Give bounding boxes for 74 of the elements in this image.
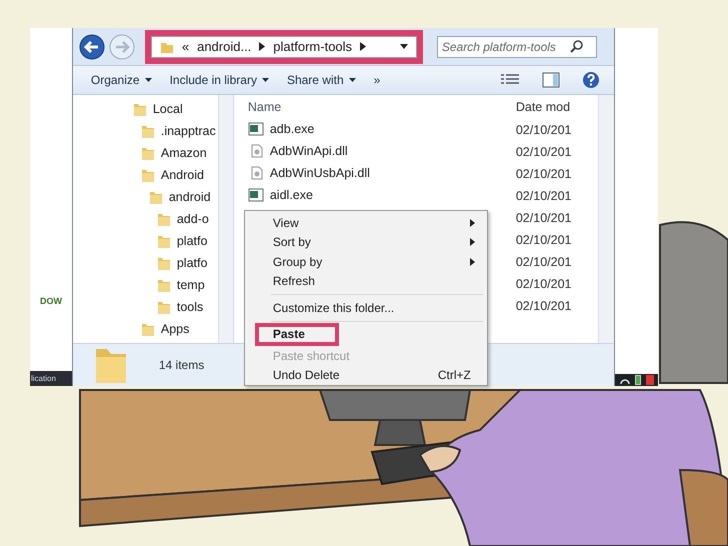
folder-icon [156,300,171,314]
tree-item[interactable]: Apps [72,318,218,340]
exe-file-icon [248,122,264,136]
date-cell: 02/10/201 [516,299,572,313]
submenu-arrow-icon [470,258,475,266]
folder-icon [156,256,171,270]
view-list-icon[interactable] [500,73,520,87]
flag-icon [646,375,654,385]
tree-item[interactable]: platfo [72,230,218,252]
caret-icon [144,78,152,82]
tree-item[interactable]: .inapptrac [72,120,218,142]
folder-icon [156,278,171,292]
exe-file-icon [248,188,264,202]
file-name[interactable]: aidl.exe [248,188,313,202]
date-cell: 02/10/201 [516,145,572,159]
preview-pane-icon[interactable] [542,72,560,88]
date-cell: 02/10/201 [516,189,572,203]
toolbar-menu-button[interactable]: Organize [86,71,156,89]
battery-icon [634,375,641,385]
folder-icon [156,212,171,226]
file-name[interactable]: AdbWinUsbApi.dll [248,166,370,180]
tree-item[interactable]: tools [72,296,218,318]
date-cell: 02/10/201 [516,167,572,181]
date-cell: 02/10/201 [516,211,572,225]
tree-item[interactable]: temp [72,274,218,296]
tree-item[interactable]: Local [72,98,218,120]
breadcrumb-overflow[interactable]: « [182,39,190,54]
tree-item[interactable]: platfo [72,252,218,274]
caret-icon [348,78,356,82]
chevron-icon[interactable] [259,42,266,51]
folder-icon [156,234,171,248]
menu-item[interactable]: Group by [244,252,487,272]
tree-item[interactable]: add-o [72,208,218,230]
item-count: 14 items [158,358,204,372]
file-name[interactable]: AdbWinApi.dll [248,144,348,158]
chevron-icon[interactable] [360,42,366,51]
submenu-arrow-icon [470,218,475,227]
date-cell: 02/10/201 [516,277,572,291]
folder-icon [140,124,155,138]
folder-icon [140,146,155,160]
date-cell: 02/10/201 [516,255,572,269]
tree-item[interactable]: Amazon [72,142,218,164]
taskbar-label: lication [30,371,72,386]
scrollbar[interactable] [218,95,233,343]
breadcrumb-item[interactable]: android... [197,39,252,54]
column-header[interactable]: Date mod [516,100,570,114]
folder-icon [140,168,155,182]
submenu-arrow-icon [470,238,475,246]
file-name[interactable]: adb.exe [248,122,314,136]
dropdown-caret-icon[interactable] [400,44,408,49]
breadcrumb-item[interactable]: platform-tools [273,39,352,54]
toolbar-menu-button[interactable]: Include in library [166,71,273,89]
date-cell: 02/10/201 [516,233,572,247]
date-cell: 02/10/201 [516,123,572,137]
search-icon [570,40,583,53]
side-text: DOW [39,296,63,306]
toolbar-menu-button[interactable]: Share with [282,71,360,89]
folder-icon [140,322,155,336]
menu-item[interactable]: Undo Delete Ctrl+Z [244,366,487,385]
menu-item[interactable]: Refresh [244,272,487,291]
folder-icon [132,102,147,116]
folder-icon [148,190,163,204]
help-icon[interactable] [582,71,600,89]
menu-item[interactable]: View [244,213,487,232]
search-field[interactable]: Search platform-tools [436,36,597,58]
scrollbar[interactable] [598,95,614,343]
tree-item[interactable]: Android [72,164,218,186]
tree-item[interactable]: android [72,186,218,208]
more-button[interactable]: » [370,71,384,89]
menu-item[interactable]: Sort by [244,232,487,252]
caret-icon [262,78,269,82]
column-header[interactable]: Name [248,100,516,114]
menu-item[interactable]: Paste [256,324,337,344]
menu-item[interactable]: Customize this folder... [244,298,487,318]
